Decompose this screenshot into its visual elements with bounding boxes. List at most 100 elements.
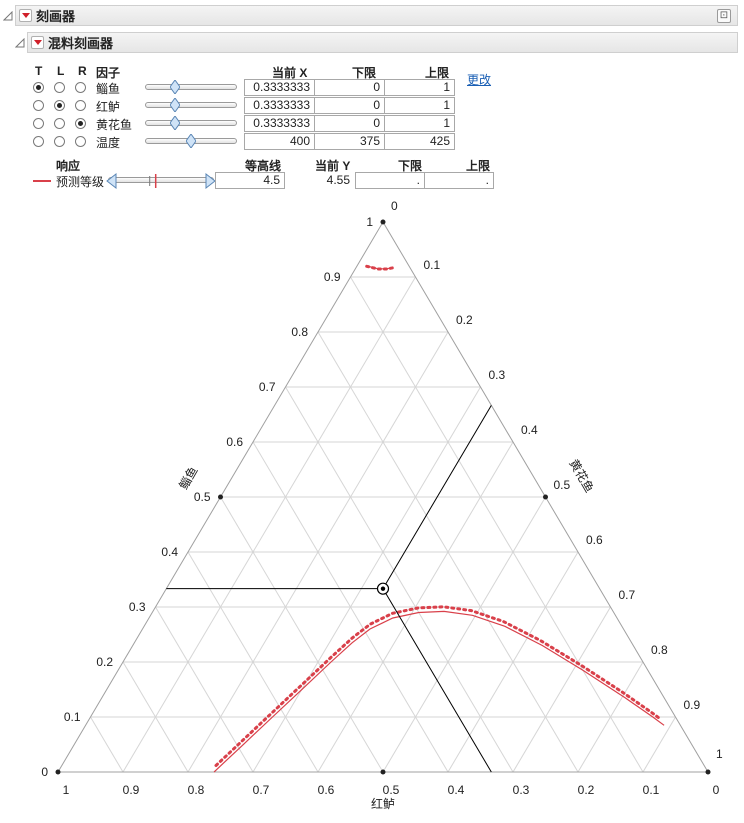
bottom-axis-title: 红鲈 — [371, 796, 395, 811]
gridline-b — [90, 716, 124, 773]
triangle-frame — [57, 221, 709, 773]
contour-line-main — [213, 610, 665, 773]
slider-thumb-icon[interactable] — [170, 116, 181, 130]
response-name: 预测等级 — [56, 175, 105, 189]
factor-slider-track[interactable] — [145, 102, 237, 108]
right-tick-label: 1 — [716, 747, 723, 761]
radio-l[interactable] — [54, 118, 65, 129]
left-tick-label: 0.8 — [291, 325, 308, 339]
outline-header-profiler[interactable]: 刻画器 ⊡ — [15, 5, 738, 26]
left-tick-label: 0.7 — [259, 380, 276, 394]
factor-slider-track[interactable] — [145, 84, 237, 90]
header-t: T — [35, 64, 43, 78]
crosshair[interactable] — [166, 405, 492, 773]
design-point-marker — [55, 769, 61, 775]
contour-top-dotted — [365, 264, 394, 271]
radio-l[interactable] — [54, 100, 65, 111]
bottom-tick-label: 1 — [63, 783, 70, 797]
response-upper-field[interactable]: . — [424, 172, 494, 189]
triangle-border — [57, 221, 709, 773]
current-x-field[interactable]: 0.3333333 — [244, 97, 315, 114]
bottom-tick-label: 0.1 — [643, 783, 660, 797]
update-link[interactable]: 更改 — [467, 71, 491, 88]
upper-field[interactable]: 1 — [384, 79, 455, 96]
radio-r[interactable] — [75, 136, 86, 147]
right-tick-label: 0 — [391, 199, 398, 213]
factor-name: 鲻鱼 — [96, 82, 121, 96]
bottom-tick-label: 0.8 — [188, 783, 205, 797]
right-tick-label: 0.9 — [684, 698, 701, 712]
right-tick-label: 0.5 — [554, 478, 571, 492]
current-point-handle[interactable] — [376, 582, 390, 595]
gridline-c — [382, 496, 546, 773]
contour-line-top — [366, 265, 393, 270]
left-tick-label: 0.1 — [64, 710, 81, 724]
response-line-swatch — [33, 180, 51, 182]
upper-field[interactable]: 1 — [384, 115, 455, 132]
design-point-marker — [218, 494, 223, 500]
current-y-value: 4.55 — [326, 173, 350, 187]
left-tick-label: 0.4 — [161, 545, 178, 559]
lower-field[interactable]: 0 — [314, 97, 385, 114]
left-tick-label: 1 — [366, 215, 373, 229]
right-tick-label: 0.2 — [456, 313, 473, 327]
radio-t[interactable] — [33, 118, 44, 129]
gridline-c — [187, 331, 449, 773]
radio-t[interactable] — [33, 82, 44, 93]
slider-thumb-icon[interactable] — [186, 134, 196, 148]
gridline-b — [317, 331, 579, 773]
gridline-c — [447, 551, 579, 773]
current-x-field[interactable]: 0.3333333 — [244, 79, 315, 96]
crosshair-line-c — [382, 405, 492, 589]
red-triangle-menu-icon[interactable] — [31, 36, 44, 49]
red-triangle-menu-icon[interactable] — [19, 9, 32, 22]
gridline-b — [252, 441, 449, 773]
upper-field[interactable]: 425 — [384, 133, 455, 150]
contour-slider-arrows-icon[interactable] — [106, 173, 216, 189]
lower-field[interactable]: 0 — [314, 79, 385, 96]
header-l: L — [57, 64, 65, 78]
design-point-marker — [380, 219, 386, 225]
contour-field[interactable]: 4.5 — [215, 172, 285, 189]
bottom-tick-label: 0.6 — [318, 783, 335, 797]
bottom-tick-label: 0 — [713, 783, 720, 797]
disclosure-triangle-icon[interactable] — [3, 11, 13, 21]
bottom-tick-label: 0.4 — [448, 783, 465, 797]
gridline-b — [350, 276, 644, 773]
radio-t[interactable] — [33, 136, 44, 147]
radio-r[interactable] — [75, 82, 86, 93]
gridline-b — [285, 386, 514, 773]
lower-field[interactable]: 375 — [314, 133, 385, 150]
disclosure-triangle-icon[interactable] — [15, 38, 25, 48]
lower-field[interactable]: 0 — [314, 115, 385, 132]
current-x-field[interactable]: 400 — [244, 133, 315, 150]
radio-t[interactable] — [33, 100, 44, 111]
right-axis-title: 黄花鱼 — [566, 456, 597, 495]
factor-name: 红鲈 — [96, 100, 121, 114]
slider-thumb-icon[interactable] — [170, 98, 181, 112]
response-lower-field[interactable]: . — [355, 172, 425, 189]
gridline-c — [577, 661, 644, 773]
gridline-c — [122, 276, 416, 773]
left-tick-label: 0.2 — [96, 655, 113, 669]
radio-l[interactable] — [54, 136, 65, 147]
right-tick-label: 0.8 — [651, 643, 668, 657]
current-x-field[interactable]: 0.3333333 — [244, 115, 315, 132]
left-tick-label: 0 — [41, 765, 48, 779]
header-r: R — [78, 64, 87, 78]
header-factor: 因子 — [96, 66, 121, 80]
upper-field[interactable]: 1 — [384, 97, 455, 114]
slider-thumb-icon[interactable] — [170, 80, 181, 94]
right-tick-label: 0.6 — [586, 533, 603, 547]
factor-slider-track[interactable] — [145, 120, 237, 126]
contour-boundary-dotted — [214, 605, 663, 767]
outline-header-mixture-profiler[interactable]: 混料刻画器 — [27, 32, 738, 53]
gridline-c — [252, 386, 481, 773]
radio-r[interactable] — [75, 118, 86, 129]
pin-icon[interactable]: ⊡ — [717, 9, 731, 23]
grid — [90, 276, 676, 773]
vertex-markers — [55, 219, 711, 775]
radio-l[interactable] — [54, 82, 65, 93]
outline-title: 混料刻画器 — [48, 36, 114, 51]
radio-r[interactable] — [75, 100, 86, 111]
